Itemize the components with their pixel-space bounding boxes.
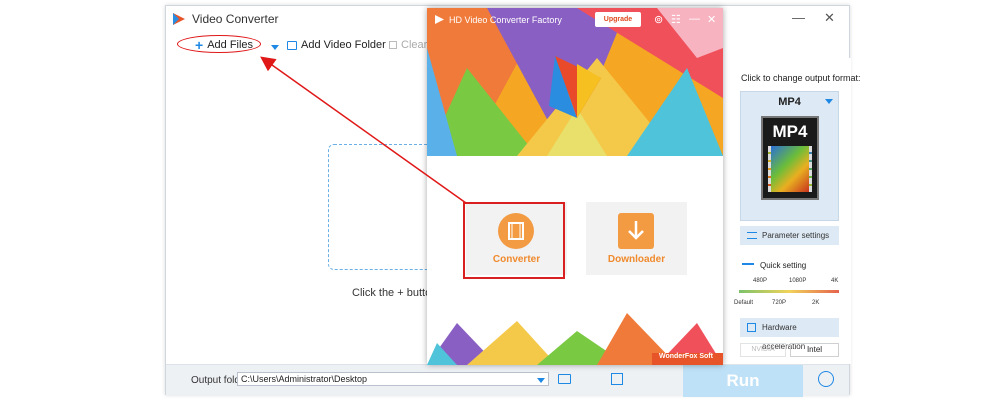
annotation-arrow — [260, 56, 467, 204]
